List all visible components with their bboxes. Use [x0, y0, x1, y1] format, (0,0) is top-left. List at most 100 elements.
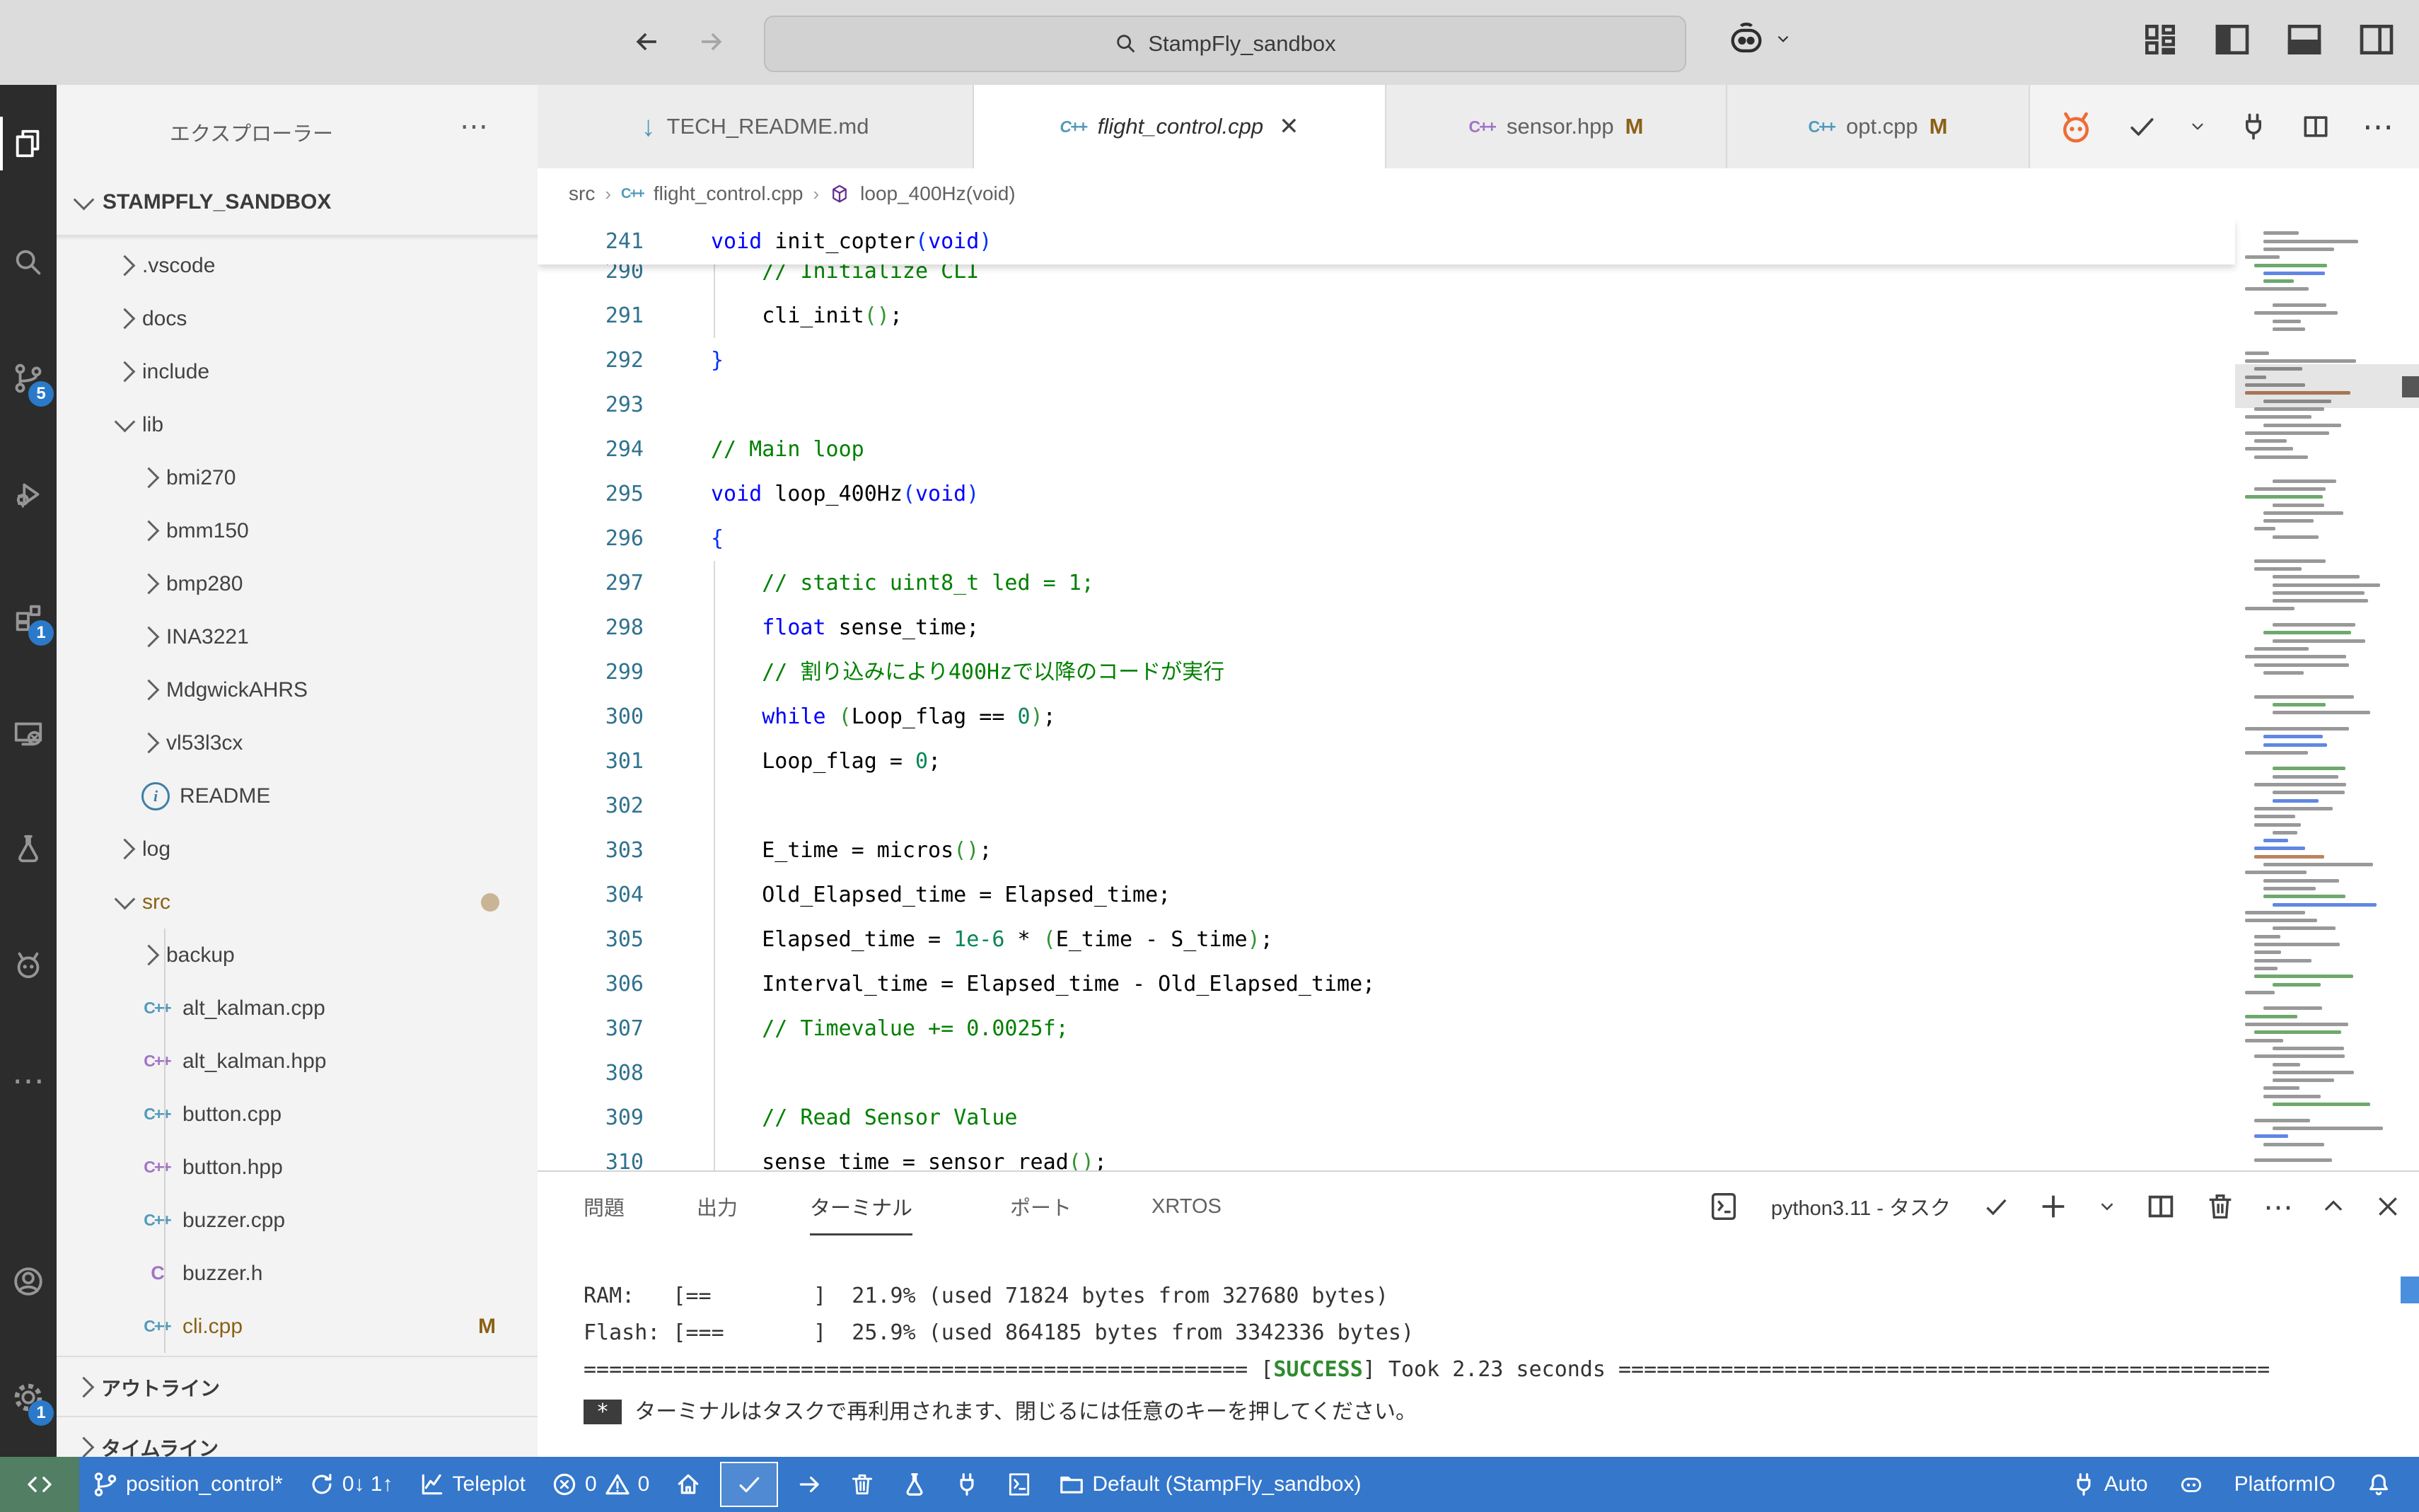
tree-item-backup[interactable]: backup: [57, 929, 538, 982]
breadcrumb-item[interactable]: flight_control.cpp: [654, 182, 804, 205]
status-pio-test[interactable]: [888, 1457, 941, 1512]
editor-more-actions[interactable]: ⋯: [2362, 109, 2394, 145]
activity-item-remote-explorer[interactable]: [0, 699, 57, 767]
tree-item-button.cpp[interactable]: C++button.cpp: [57, 1088, 538, 1141]
tree-item-.vscode[interactable]: .vscode: [57, 239, 538, 292]
status-teleplot[interactable]: Teleplot: [406, 1457, 538, 1512]
code-line: 306 Interval_time = Elapsed_time - Old_E…: [538, 962, 2235, 1006]
status-git-sync[interactable]: 0↓ 1↑: [296, 1457, 406, 1512]
toggle-sidebar-icon[interactable]: [2212, 20, 2252, 59]
tree-item-cli.cpp[interactable]: C++cli.cppM: [57, 1300, 538, 1353]
command-center-search[interactable]: StampFly_sandbox: [764, 16, 1686, 72]
chevron-down-icon: [115, 412, 136, 433]
tab-sensor.hpp[interactable]: C++sensor.hppM: [1386, 85, 1727, 168]
run-task-check[interactable]: [2126, 111, 2157, 142]
tree-item-buzzer.cpp[interactable]: C++buzzer.cpp: [57, 1194, 538, 1247]
minimap-line: [2273, 575, 2360, 578]
activity-item-explorer[interactable]: [0, 110, 57, 178]
panel-tab-問題[interactable]: 問題: [584, 1172, 625, 1241]
activity-item-more[interactable]: ⋯: [0, 1047, 57, 1115]
split-terminal-icon[interactable]: [2145, 1190, 2177, 1223]
customize-layout-icon[interactable]: [2140, 20, 2180, 59]
section-outline[interactable]: アウトライン: [57, 1356, 538, 1417]
tree-item-buzzer.h[interactable]: Cbuzzer.h: [57, 1247, 538, 1300]
tree-item-alt_kalman.hpp[interactable]: C++alt_kalman.hpp: [57, 1035, 538, 1088]
status-serial-port-auto[interactable]: Auto: [2058, 1457, 2161, 1512]
close-icon[interactable]: ✕: [1279, 112, 1299, 141]
split-editor[interactable]: [2300, 111, 2331, 142]
kill-terminal-icon[interactable]: [2204, 1190, 2237, 1223]
tree-item-bmp280[interactable]: bmp280: [57, 557, 538, 610]
sticky-scroll-line[interactable]: 241void init_copter(void): [538, 219, 2235, 264]
toggle-panel-icon[interactable]: [2285, 20, 2324, 59]
status-git-branch[interactable]: position_control*: [79, 1457, 296, 1512]
toggle-secondary-sidebar-icon[interactable]: [2357, 20, 2396, 59]
panel-more-icon[interactable]: ⋯: [2263, 1190, 2293, 1224]
status-remote-indicator[interactable]: [0, 1457, 79, 1512]
maximize-panel-icon[interactable]: [2320, 1193, 2347, 1220]
activity-item-extensions[interactable]: 1: [0, 583, 57, 651]
tree-item-alt_kalman.cpp[interactable]: C++alt_kalman.cpp: [57, 982, 538, 1035]
activity-item-testing[interactable]: [0, 815, 57, 883]
sidebar-more-actions-icon[interactable]: ⋯: [460, 110, 491, 143]
status-platformio-status[interactable]: PlatformIO: [2222, 1457, 2348, 1512]
activity-item-search[interactable]: [0, 228, 57, 296]
tree-item-log[interactable]: log: [57, 822, 538, 876]
terminal-task-label[interactable]: python3.11 - タスク: [1771, 1192, 1951, 1221]
section-timeline[interactable]: タイムライン: [57, 1416, 538, 1457]
terminal-icon[interactable]: [1707, 1190, 1740, 1223]
tree-item-README[interactable]: iREADME: [57, 769, 538, 822]
tree-item-include[interactable]: include: [57, 345, 538, 398]
nav-forward-icon[interactable]: [686, 17, 736, 66]
tab-opt.cpp[interactable]: C++opt.cppM: [1727, 85, 2030, 168]
status-problems[interactable]: 00: [538, 1457, 662, 1512]
upload-plug[interactable]: [2238, 111, 2269, 142]
tree-item-button.hpp[interactable]: C++button.hpp: [57, 1141, 538, 1194]
copilot-menu[interactable]: [1726, 18, 1792, 59]
status-pio-build[interactable]: [720, 1462, 778, 1507]
breadcrumb-item[interactable]: loop_400Hz(void): [860, 182, 1015, 205]
tree-item-bmm150[interactable]: bmm150: [57, 504, 538, 557]
scrollbar-thumb[interactable]: [2402, 376, 2419, 397]
activity-item-source-control[interactable]: 5: [0, 344, 57, 412]
status-copilot-status[interactable]: [2165, 1457, 2217, 1512]
activity-item-run-debug[interactable]: [0, 460, 57, 528]
platformio-build-icon[interactable]: [2057, 107, 2095, 146]
breadcrumb[interactable]: src›C++flight_control.cpp›loop_400Hz(voi…: [538, 168, 2419, 219]
panel-tab-ポート[interactable]: ポート: [1010, 1172, 1072, 1241]
tree-item-bmi270[interactable]: bmi270: [57, 451, 538, 504]
minimap-slider[interactable]: [2235, 364, 2419, 408]
new-terminal-icon[interactable]: [2037, 1190, 2070, 1223]
close-panel-icon[interactable]: [2374, 1192, 2402, 1221]
terminal-scrollbar[interactable]: [2401, 1277, 2419, 1303]
tree-item-MdgwickAHRS[interactable]: MdgwickAHRS: [57, 663, 538, 716]
status-pio-home[interactable]: [662, 1457, 714, 1512]
tree-item-vl53l3cx[interactable]: vl53l3cx: [57, 716, 538, 769]
minimap[interactable]: [2235, 219, 2373, 1170]
tab-TECH_README.md[interactable]: ↓TECH_README.md: [538, 85, 974, 168]
tree-item-src[interactable]: src: [57, 876, 538, 929]
status-notifications-bell[interactable]: [2353, 1457, 2405, 1512]
tree-item-lib[interactable]: lib: [57, 398, 538, 451]
flask-icon: [901, 1471, 928, 1498]
nav-back-icon[interactable]: [622, 17, 672, 66]
tab-flight_control.cpp[interactable]: C++flight_control.cpp✕: [974, 85, 1386, 168]
tree-root-row[interactable]: STAMPFLY_SANDBOX: [57, 175, 538, 229]
panel-tab-XRTOS[interactable]: XRTOS: [1152, 1172, 1222, 1241]
tree-item-docs[interactable]: docs: [57, 292, 538, 345]
panel-tab-出力[interactable]: 出力: [697, 1172, 738, 1241]
terminal-dropdown-icon[interactable]: [2096, 1196, 2118, 1217]
code-editor[interactable]: 290 // Initialize CLI291 cli_init();292}…: [538, 219, 2419, 1170]
activity-item-accounts[interactable]: [0, 1248, 57, 1315]
tree-item-INA3221[interactable]: INA3221: [57, 610, 538, 663]
status-pio-serial-monitor[interactable]: [941, 1457, 993, 1512]
status-pio-upload[interactable]: [784, 1457, 836, 1512]
breadcrumb-item[interactable]: src: [569, 182, 595, 205]
activity-item-platformio[interactable]: [0, 931, 57, 999]
status-pio-terminal[interactable]: [993, 1457, 1045, 1512]
status-pio-env[interactable]: Default (StampFly_sandbox): [1045, 1457, 1374, 1512]
panel-tab-ターミナル[interactable]: ターミナル: [810, 1172, 912, 1241]
run-task-dropdown[interactable]: [2188, 117, 2207, 136]
activity-item-settings[interactable]: 1: [0, 1363, 57, 1431]
status-pio-clean[interactable]: [836, 1457, 888, 1512]
